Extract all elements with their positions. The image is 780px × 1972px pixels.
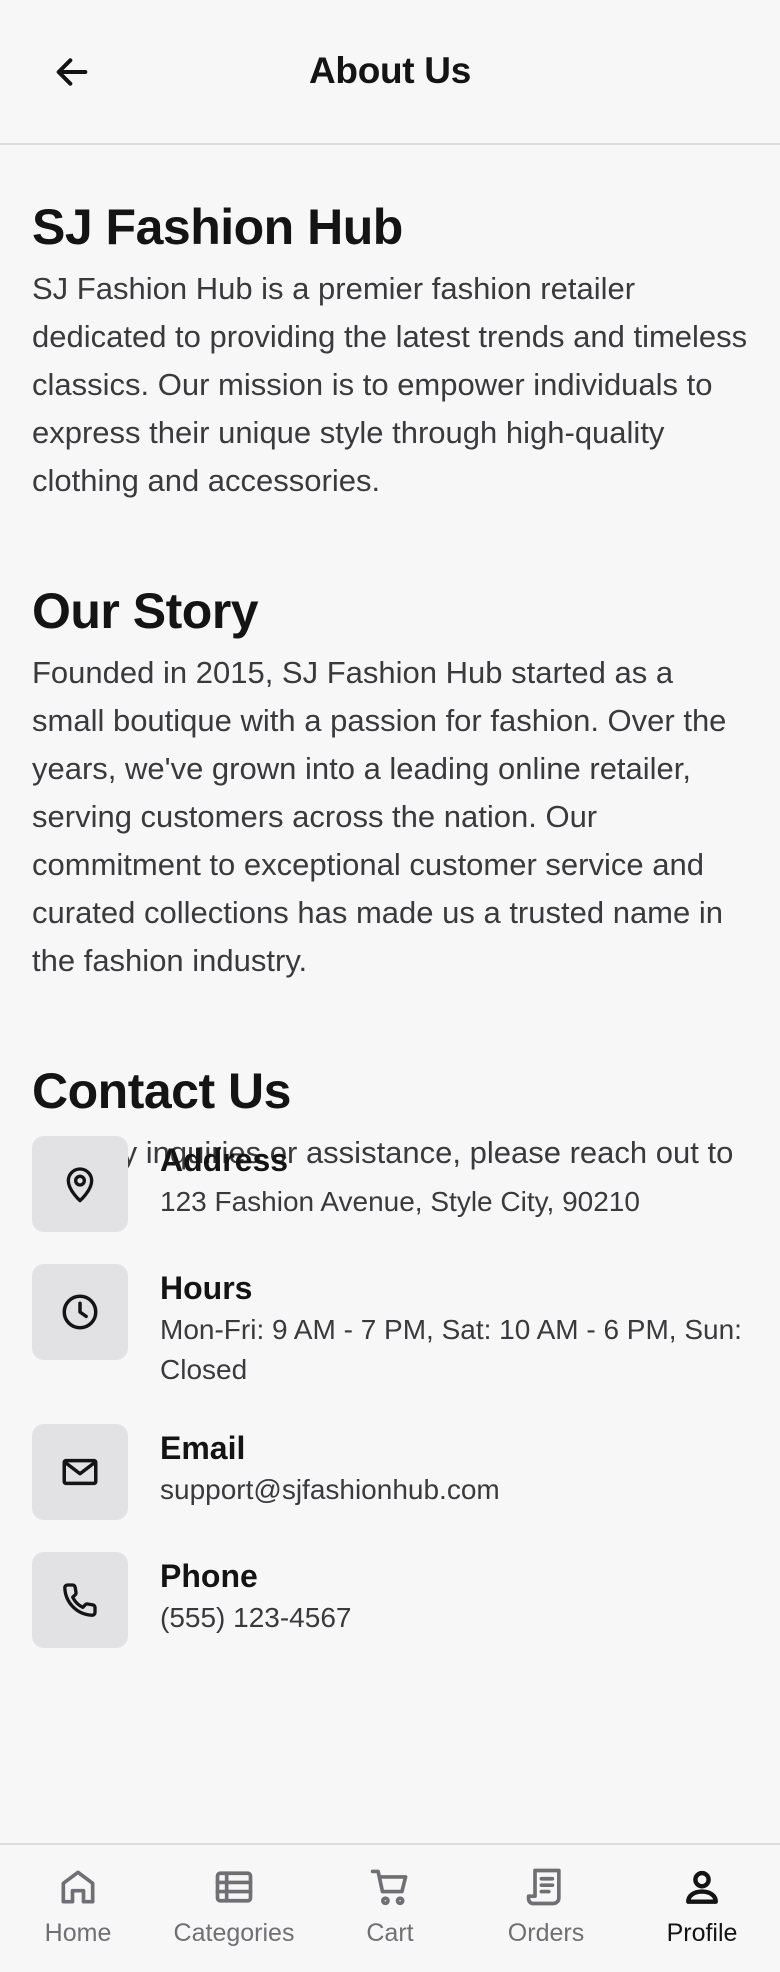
icon-tile [32,1264,128,1360]
about-us-screen: About Us SJ Fashion Hub SJ Fashion Hub i… [0,0,780,1972]
brand-heading: SJ Fashion Hub [32,199,403,255]
contact-label: Hours [160,1270,253,1306]
nav-item-cart[interactable]: Cart [312,1845,468,1972]
contact-item-phone[interactable]: Phone (555) 123-4567 [32,1552,752,1680]
contact-value: (555) 123-4567 [160,1602,352,1633]
bottom-navigation: Home Categories Cart Orders Profile [0,1843,780,1972]
nav-item-categories[interactable]: Categories [156,1845,312,1972]
nav-item-profile[interactable]: Profile [624,1845,780,1972]
contact-label: Email [160,1430,246,1466]
contact-value: 123 Fashion Avenue, Style City, 90210 [160,1186,640,1217]
categories-icon [215,1871,253,1903]
top-app-bar: About Us [0,0,780,145]
nav-item-home[interactable]: Home [0,1845,156,1972]
contact-list: Address 123 Fashion Avenue, Style City, … [32,1136,752,1680]
nav-label: Categories [173,1919,295,1947]
clock-icon [62,1294,98,1330]
nav-item-orders[interactable]: Orders [468,1845,624,1972]
contact-label: Phone [160,1558,258,1594]
contact-item-hours[interactable]: Hours Mon-Fri: 9 AM - 7 PM, Sat: 10 AM -… [32,1264,752,1424]
about-section: SJ Fashion Hub SJ Fashion Hub is a premi… [32,197,752,505]
icon-tile [32,1552,128,1648]
contact-heading: Contact Us [32,1063,291,1119]
contact-value: Mon-Fri: 9 AM - 7 PM, Sat: 10 AM - 6 PM,… [160,1314,742,1385]
story-section: Our Story Founded in 2015, SJ Fashion Hu… [32,581,752,985]
page-title: About Us [308,50,472,91]
nav-label: Profile [666,1919,738,1947]
home-icon [61,1870,95,1904]
about-description: SJ Fashion Hub is a premier fashion reta… [32,271,748,498]
contact-item-email[interactable]: Email support@sjfashionhub.com [32,1424,752,1552]
contact-label: Address [160,1142,289,1178]
nav-label: Cart [366,1919,414,1947]
receipt-icon [526,1868,561,1906]
cart-icon [370,1869,408,1906]
mail-icon [62,1458,98,1486]
icon-tile [32,1136,128,1232]
contact-item-address[interactable]: Address 123 Fashion Avenue, Style City, … [32,1136,752,1264]
nav-label: Orders [507,1919,585,1947]
story-heading: Our Story [32,583,259,639]
icon-tile [32,1424,128,1520]
contact-value: support@sjfashionhub.com [160,1474,500,1505]
phone-icon [63,1583,97,1617]
story-description: Founded in 2015, SJ Fashion Hub started … [32,655,727,978]
nav-label: Home [44,1919,112,1947]
location-pin-icon [66,1167,94,1203]
profile-icon [686,1870,718,1904]
